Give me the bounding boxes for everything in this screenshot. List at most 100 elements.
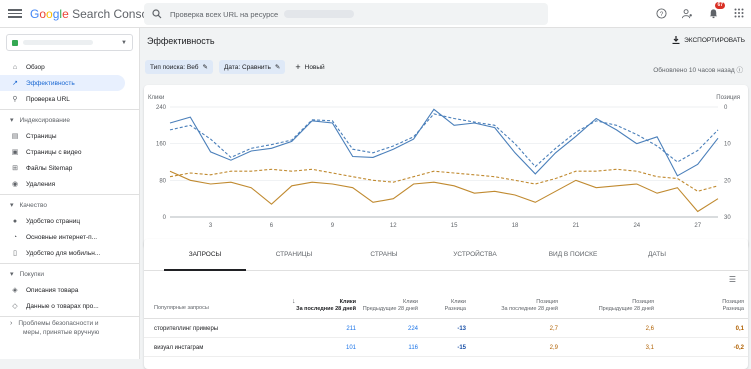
table-row[interactable]: сторителлинг примеры 211 224 -13 2,7 2,6…	[144, 320, 748, 338]
sidebar-item-label: Эффективность	[26, 79, 75, 87]
y-tick-label-left: 0	[163, 215, 167, 221]
y-tick-label-right: 20	[724, 178, 731, 184]
sidebar-item-url-inspection[interactable]: ⚲ Проверка URL	[0, 91, 139, 107]
section-label: Проблемы безопасности и	[18, 320, 99, 327]
column-header-position-current[interactable]: Позиция За последние 28 дней	[501, 299, 558, 313]
apps-grid-icon[interactable]	[731, 5, 747, 21]
sidebar-item-video-pages[interactable]: ▣ Страницы с видео	[0, 144, 139, 160]
search-icon: ⚲	[12, 96, 18, 103]
tab-0[interactable]: ЗАПРОСЫ	[164, 239, 246, 271]
column-header-clicks-previous[interactable]: Клики Предыдущие 28 дней	[363, 299, 418, 313]
help-icon[interactable]: ⓘ	[737, 67, 744, 74]
table-row[interactable]: визуал инстаграм 101 116 -15 2,9 3,1 -0,…	[144, 339, 748, 357]
edit-icon: ✎	[274, 64, 281, 71]
column-sublabel: Разница	[722, 306, 744, 312]
column-header-query[interactable]: Популярные запросы	[154, 305, 209, 312]
tab-4[interactable]: ВИД В ПОИСКЕ	[524, 239, 622, 270]
new-filter-label: Новый	[304, 63, 325, 71]
eye-off-icon: ◉	[11, 181, 19, 188]
filter-chip-search-type[interactable]: Тип поиска: Веб ✎	[145, 60, 213, 74]
divider	[0, 263, 139, 264]
x-tick-label: 15	[451, 223, 458, 229]
product-icon: ◇	[12, 303, 18, 310]
performance-chart-card: Клики Позиция 240 160 80 0 0 10 20 30 3 6 9 12 15 18 21 2…	[144, 85, 748, 248]
column-label: Клики	[403, 299, 418, 305]
divider	[0, 109, 139, 110]
column-header-position-previous[interactable]: Позиция Предыдущие 28 дней	[599, 299, 654, 313]
performance-chart[interactable]: Клики Позиция 240 160 80 0 0 10 20 30 3 6 9 12 15 18 21 2…	[144, 85, 748, 235]
query-cell: визуал инстаграм	[154, 345, 204, 351]
export-button[interactable]: ЭКСПОРТИРОВАТЬ	[672, 36, 745, 44]
section-label: Качество	[19, 201, 47, 209]
sidebar-item-label: Данные о товарах про...	[26, 302, 99, 310]
notification-count-badge: 67	[715, 2, 725, 9]
chevron-down-icon: ▼	[121, 39, 127, 46]
clicks-diff-cell: -13	[457, 326, 466, 332]
mobile-icon: ▯	[13, 250, 17, 257]
filter-icon[interactable]: ☰	[729, 275, 736, 284]
query-cell: сторителлинг примеры	[154, 326, 219, 332]
sidebar-item-pages[interactable]: ▤ Страницы	[0, 128, 139, 144]
sidebar-item-label: Удаления	[26, 180, 56, 188]
position-current-cell: 2,7	[549, 326, 558, 332]
clicks-previous-cell: 224	[407, 326, 418, 332]
property-favicon	[12, 39, 18, 46]
tab-3[interactable]: УСТРОЙСТВА	[426, 239, 524, 270]
chevron-down-icon: ▾	[10, 117, 14, 124]
column-header-position-diff[interactable]: Позиция Разница	[722, 299, 744, 313]
tab-1[interactable]: СТРАНИЦЫ	[246, 239, 342, 270]
page-title: Эффективность	[147, 36, 215, 46]
sidebar-item-page-experience[interactable]: ● Удобство страниц	[0, 213, 139, 229]
divider	[0, 316, 139, 317]
logo-letter: o	[46, 6, 53, 21]
video-icon: ▣	[11, 149, 19, 156]
url-inspection-search[interactable]: Проверка всех URL на ресурсе	[144, 3, 548, 25]
notifications-icon[interactable]: 67	[705, 2, 725, 21]
sidebar-item-overview[interactable]: ⌂ Обзор	[0, 59, 139, 75]
column-label: Клики	[451, 299, 466, 305]
sidebar-item-core-web-vitals[interactable]: ◔ Основные интернет-п...	[0, 229, 139, 245]
property-selector[interactable]: ▼	[6, 34, 133, 51]
tab-5[interactable]: ДАТЫ	[622, 239, 692, 270]
sidebar-item-merchant-listings[interactable]: ◇ Данные о товарах про...	[0, 298, 139, 314]
sidebar-item-removals[interactable]: ◉ Удаления	[0, 176, 139, 192]
table-header: Популярные запросы ↓ Клики За последние 2…	[144, 293, 748, 319]
menu-icon[interactable]	[8, 9, 22, 18]
section-label: Покупки	[19, 270, 44, 278]
section-indexing[interactable]: ▾ Индексирование	[0, 112, 139, 128]
clicks-current-cell: 101	[345, 345, 356, 351]
x-tick-label: 18	[512, 223, 519, 229]
clicks-current-cell: 211	[346, 326, 356, 332]
help-icon[interactable]: ?	[653, 5, 669, 21]
last-updated: Обновлено 10 часов назад ⓘ	[653, 64, 743, 74]
column-label: Позиция	[632, 299, 654, 305]
section-experience[interactable]: ▾ Качество	[0, 197, 139, 213]
section-shopping[interactable]: ▾ Покупки	[0, 266, 139, 282]
position-diff-cell: -0,2	[733, 345, 744, 351]
right-axis-label: Позиция	[716, 95, 740, 101]
users-settings-icon[interactable]	[679, 5, 695, 21]
app-logo[interactable]: Google Search Console	[30, 7, 158, 21]
filter-label: Дата: Сравнить	[223, 63, 271, 71]
section-security-line2: меры, принятые вручную	[0, 328, 139, 337]
pages-icon: ▤	[11, 133, 19, 140]
download-icon	[672, 36, 680, 44]
sidebar-item-sitemaps[interactable]: ⊞ Файлы Sitemap	[0, 160, 139, 176]
column-header-clicks-current[interactable]: Клики За последние 28 дней	[296, 299, 356, 313]
column-header-clicks-diff[interactable]: Клики Разница	[445, 299, 466, 313]
column-label: Позиция	[536, 299, 558, 305]
sidebar-item-mobile-usability[interactable]: ▯ Удобство для мобильн...	[0, 245, 139, 261]
chevron-down-icon: ▾	[10, 202, 14, 209]
column-label: Клики	[339, 299, 356, 305]
sidebar-item-performance[interactable]: ↗ Эффективность	[0, 75, 125, 91]
column-sublabel: За последние 28 дней	[296, 306, 356, 312]
y-tick-label-right: 10	[724, 142, 731, 148]
sidebar-item-label: Страницы	[26, 132, 57, 140]
sort-desc-icon[interactable]: ↓	[292, 298, 296, 305]
tab-2[interactable]: СТРАНЫ	[342, 239, 426, 270]
column-sublabel: Предыдущие 28 дней	[598, 306, 654, 312]
sidebar-item-product-snippets[interactable]: ◈ Описания товара	[0, 282, 139, 298]
filter-chip-date[interactable]: Дата: Сравнить ✎	[218, 60, 286, 74]
new-filter-button[interactable]: + Новый	[295, 62, 324, 72]
section-security[interactable]: › Проблемы безопасности и	[0, 319, 139, 328]
